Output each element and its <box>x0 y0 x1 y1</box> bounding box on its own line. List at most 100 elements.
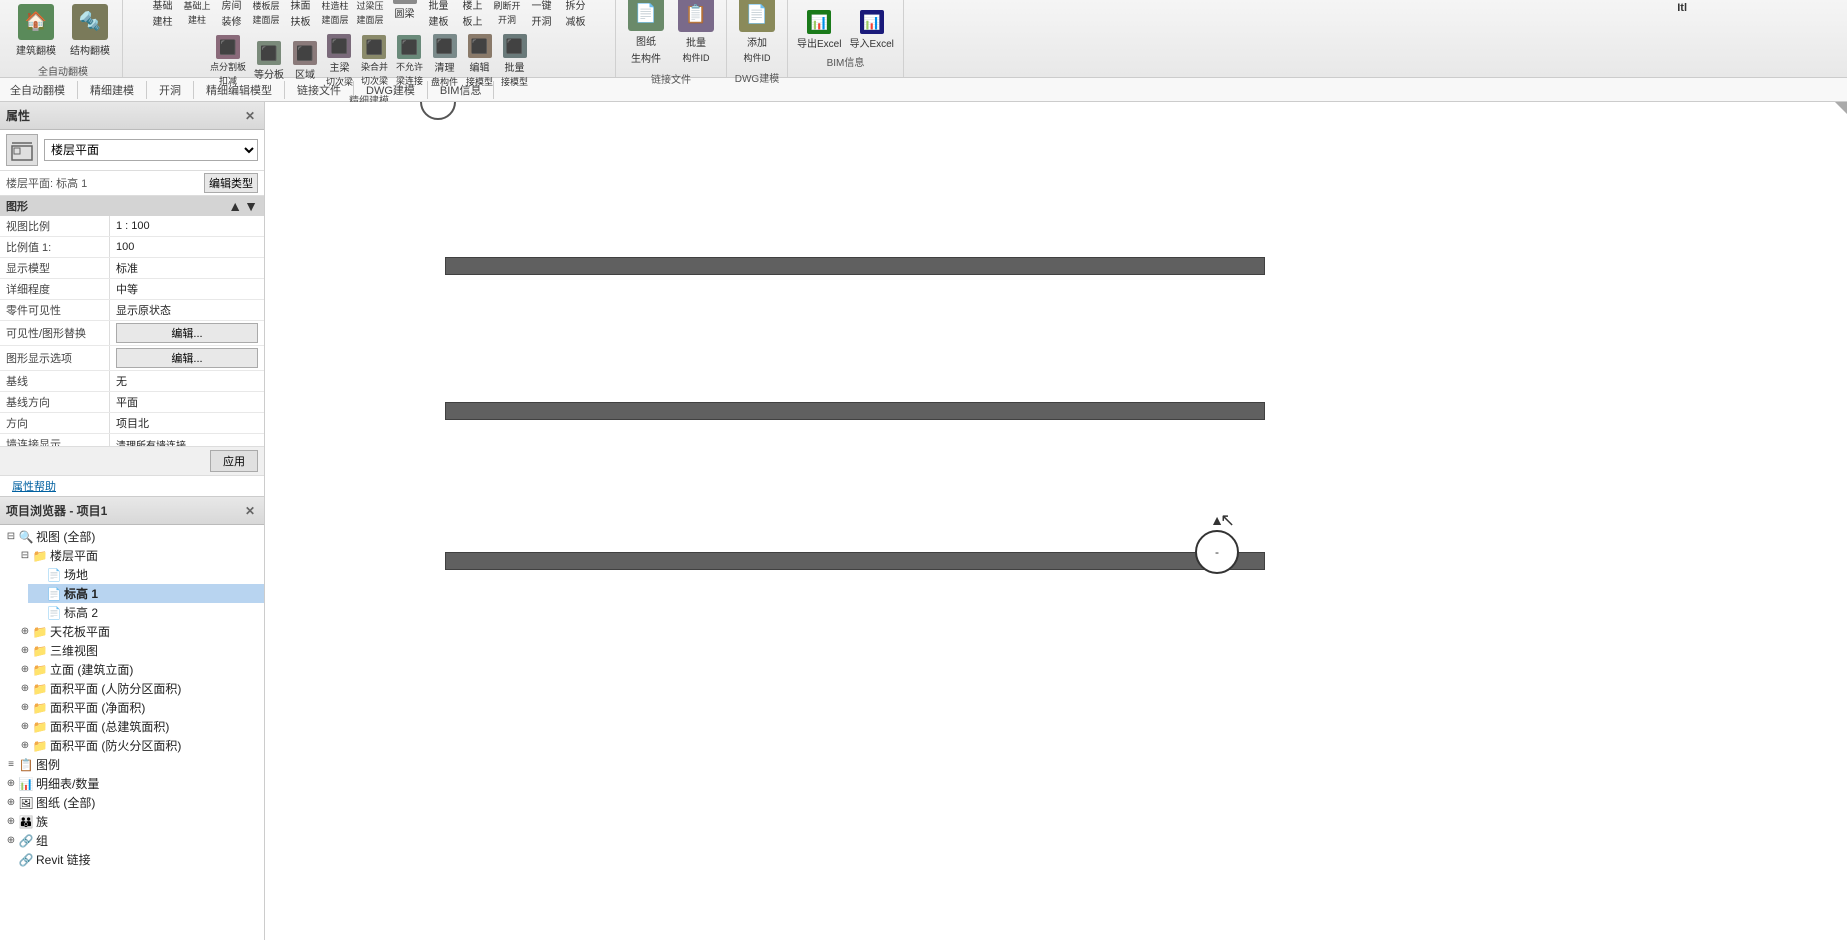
tianjia-button[interactable]: 📄 添加 构件ID <box>733 0 781 68</box>
properties-close-btn[interactable]: ✕ <box>242 108 258 124</box>
tree-icon-area-total: 📁 <box>32 720 48 734</box>
tree-item-level2[interactable]: 📄 标高 2 <box>28 603 264 622</box>
prop-edit-type-btn[interactable]: 编辑类型 <box>204 173 258 193</box>
yijian-button[interactable]: ⬛ 一键 开洞 <box>526 0 558 30</box>
shuaduankai-button[interactable]: ⬛ 刷断开 开洞 <box>491 0 524 28</box>
tree-item-3d[interactable]: ⊕ 📁 三维视图 <box>14 641 264 660</box>
tree-expand-schedules[interactable]: ⊕ <box>4 778 18 789</box>
tuwu-button[interactable]: 📄 图纸 生构件 <box>622 0 670 69</box>
tree-item-sheets[interactable]: ⊕ 🖼 图纸 (全部) <box>0 793 264 812</box>
props-collapse-icon[interactable]: ▲ <box>228 198 242 214</box>
piliangouji-button[interactable]: 📋 批量 构件ID <box>672 0 720 68</box>
fangjian-button[interactable]: ⬛ 房间 装修 <box>215 0 247 30</box>
tree-expand-floor-plans[interactable]: ⊟ <box>18 550 32 561</box>
dianfenge-button[interactable]: ⬛ 点分割板 扣减 <box>207 33 249 89</box>
ranse-label2: 切次梁 <box>361 74 388 87</box>
project-browser: 项目浏览器 - 项目1 ✕ ⊟ 🔍 视图 (全部) ⊟ 📁 楼层平面 <box>0 497 264 940</box>
prop-name-wall-join: 墙连接显示 <box>0 434 110 446</box>
jiceng-button[interactable]: ⬛ 基础 建柱 <box>146 0 178 30</box>
dengfenban-label: 等分板 <box>254 66 284 81</box>
tree-item-revit-links[interactable]: 🔗 Revit 链接 <box>0 850 264 869</box>
prop-btn-graph-opts[interactable]: 编辑... <box>116 348 258 368</box>
piliangouji-label: 批量 <box>686 34 706 49</box>
guoliangya-label2: 建面层 <box>357 13 384 26</box>
tree-item-schedules[interactable]: ⊕ 📊 明细表/数量 <box>0 774 264 793</box>
tree-expand-3d[interactable]: ⊕ <box>18 645 32 656</box>
prop-name-orientation: 方向 <box>0 413 110 433</box>
dachu-excel-label: 导出Excel <box>797 35 841 50</box>
tree-item-views-all[interactable]: ⊟ 🔍 视图 (全部) <box>0 527 264 546</box>
auto-model-label: 全自动翻模 <box>38 63 88 78</box>
tree-expand-views[interactable]: ⊟ <box>4 531 18 542</box>
tree-item-site[interactable]: 📄 场地 <box>28 565 264 584</box>
piliangjianban-button[interactable]: ⬛ 批量 建板 <box>423 0 455 30</box>
tree-expand-area-civil[interactable]: ⊕ <box>18 683 32 694</box>
yuanliang-icon: ○ <box>393 0 417 4</box>
chaifen-label2: 减板 <box>566 13 586 28</box>
tree-label-area-fire: 面积平面 (防火分区面积) <box>50 737 181 754</box>
yuanliang-button[interactable]: ○ 圆梁 <box>389 0 421 22</box>
sub-auto-model-btn[interactable]: 全自动翻模 <box>6 81 69 99</box>
jicengshang-button[interactable]: ⬛ 基础上 建柱 <box>180 0 213 28</box>
dachu-excel-button[interactable]: 📊 导出Excel <box>794 8 844 52</box>
tree-item-level1[interactable]: 📄 标高 1 <box>28 584 264 603</box>
loubanceng-button[interactable]: ⬛ 楼板层 建面层 <box>249 0 282 28</box>
tree-item-area-total[interactable]: ⊕ 📁 面积平面 (总建筑面积) <box>14 717 264 736</box>
tree-expand-groups[interactable]: ⊕ <box>4 835 18 846</box>
tree-expand-families[interactable]: ⊕ <box>4 816 18 827</box>
bianji-button[interactable]: ⬛ 编辑 接模型 <box>463 32 496 90</box>
pilianjie-label: 批量 <box>505 59 525 74</box>
props-expand-icon[interactable]: ▼ <box>244 198 258 214</box>
prop-btn-vis-graph[interactable]: 编辑... <box>116 323 258 343</box>
loushang-label2: 板上 <box>463 13 483 28</box>
tree-item-ceiling[interactable]: ⊕ 📁 天花板平面 <box>14 622 264 641</box>
tree-item-elevations[interactable]: ⊕ 📁 立面 (建筑立面) <box>14 660 264 679</box>
jiegou-fanmo-button[interactable]: 🔩 结构翻模 <box>64 0 116 61</box>
pilianjie-button[interactable]: ⬛ 批量 接模型 <box>498 32 531 90</box>
prop-value-scale-val[interactable] <box>110 237 264 257</box>
tree-item-legends[interactable]: ≡ 📋 图例 <box>0 755 264 774</box>
tree-expand-elevations[interactable]: ⊕ <box>18 664 32 675</box>
prop-help-link[interactable]: 属性帮助 <box>6 479 62 495</box>
prop-input-scale-val[interactable] <box>116 241 258 253</box>
jianzhu-fanmo-button[interactable]: 🏠 建筑翻模 <box>10 0 62 61</box>
tree-expand-area-total[interactable]: ⊕ <box>18 721 32 732</box>
tree-item-floor-plans[interactable]: ⊟ 📁 楼层平面 <box>14 546 264 565</box>
prop-value-vis-graph[interactable]: 编辑... <box>110 321 264 345</box>
loushang-button[interactable]: ⬛ 楼上 板上 <box>457 0 489 30</box>
browser-header: 项目浏览器 - 项目1 ✕ <box>0 497 264 525</box>
guoliangya-button[interactable]: ⬛ 过梁压 建面层 <box>354 0 387 28</box>
daoru-excel-button[interactable]: 📊 导入Excel <box>846 8 896 52</box>
tree-label-legends: 图例 <box>36 756 60 773</box>
zhuzhuang-button[interactable]: ⬛ 柱造柱 建面层 <box>318 0 351 28</box>
tree-expand-ceiling[interactable]: ⊕ <box>18 626 32 637</box>
qingli-button[interactable]: ⬛ 清理 盘构件 <box>428 32 461 90</box>
bianji-icon: ⬛ <box>468 34 492 58</box>
prop-value-scale[interactable] <box>110 216 264 236</box>
tree-expand-area-net[interactable]: ⊕ <box>18 702 32 713</box>
chaifen-button[interactable]: ⬛ 拆分 减板 <box>560 0 592 30</box>
zhuzhuang-label: 柱造柱 <box>321 0 348 12</box>
prop-input-scale[interactable] <box>116 220 258 232</box>
tuceng-button[interactable]: ⬛ 抹面 扶板 <box>284 0 316 30</box>
tree-icon-legends: 📋 <box>18 758 34 772</box>
tree-item-area-net[interactable]: ⊕ 📁 面积平面 (净面积) <box>14 698 264 717</box>
tree-item-area-civil[interactable]: ⊕ 📁 面积平面 (人防分区面积) <box>14 679 264 698</box>
tree-expand-sheets[interactable]: ⊕ <box>4 797 18 808</box>
canvas-area[interactable]: ▲ - ↖ <box>265 102 1847 940</box>
prop-value-graph-opts[interactable]: 编辑... <box>110 346 264 370</box>
tree-item-families[interactable]: ⊕ 👪 族 <box>0 812 264 831</box>
quyu-button[interactable]: ⬛ 区域 <box>289 39 321 83</box>
tree-item-area-fire[interactable]: ⊕ 📁 面积平面 (防火分区面积) <box>14 736 264 755</box>
tree-expand-area-fire[interactable]: ⊕ <box>18 740 32 751</box>
prop-type-select[interactable]: 楼层平面 <box>44 139 258 161</box>
dengfenban-button[interactable]: ⬛ 等分板 <box>251 39 287 83</box>
tree-item-groups[interactable]: ⊕ 🔗 组 <box>0 831 264 850</box>
browser-close-btn[interactable]: ✕ <box>242 503 258 519</box>
buquan-button[interactable]: ⬛ 不允许 梁连接 <box>393 33 426 89</box>
ranse-button[interactable]: ⬛ 染合并 切次梁 <box>358 33 391 89</box>
prop-apply-btn[interactable]: 应用 <box>210 450 258 472</box>
zhuliang-button[interactable]: ⬛ 主梁 切次梁 <box>323 32 356 90</box>
tree-icon-revit-links: 🔗 <box>18 853 34 867</box>
prop-name-display-model: 显示模型 <box>0 258 110 278</box>
